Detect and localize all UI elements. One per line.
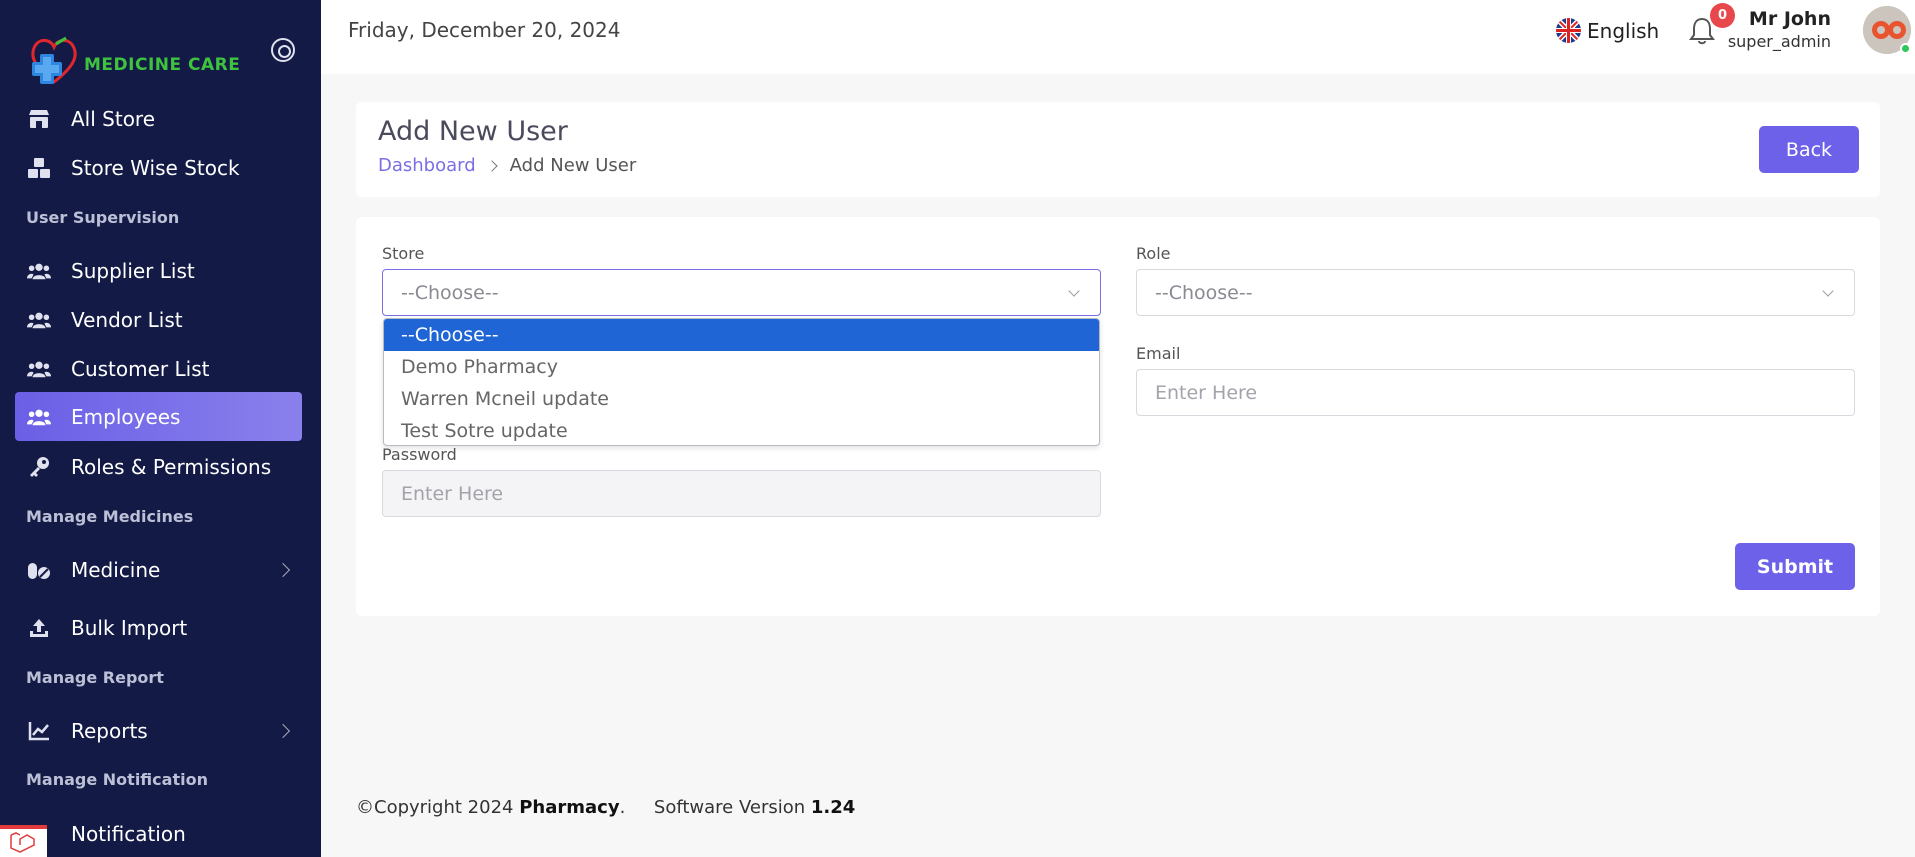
submit-button[interactable]: Submit [1735, 543, 1855, 590]
sidebar-item-all-store[interactable]: All Store [15, 94, 302, 143]
sidebar-item-label: Reports [71, 718, 148, 743]
chevron-down-icon [1822, 285, 1834, 297]
brand-name: MEDICINE CARE [84, 55, 241, 75]
dropdown-option[interactable]: Test Sotre update [384, 415, 1099, 445]
email-field[interactable] [1155, 381, 1854, 404]
footer-copyright: ©Copyright 2024 [356, 797, 520, 818]
password-label: Password [382, 445, 457, 464]
chevron-right-icon [275, 723, 291, 738]
users-icon [27, 259, 51, 283]
sidebar-item-reports[interactable]: Reports [15, 706, 302, 755]
current-date: Friday, December 20, 2024 [348, 18, 621, 42]
user-role: super_admin [1727, 32, 1831, 51]
sidebar-item-vendor-list[interactable]: Vendor List [15, 295, 302, 344]
role-label: Role [1136, 244, 1171, 263]
dropdown-option[interactable]: Demo Pharmacy [384, 351, 1099, 383]
language-selector[interactable]: English [1556, 18, 1659, 43]
role-select-value: --Choose-- [1155, 281, 1253, 304]
medicine-cross-heart-icon [26, 32, 82, 88]
footer: ©Copyright 2024 Pharmacy. Software Versi… [356, 797, 855, 818]
users-icon [27, 308, 51, 332]
sidebar-item-label: Customer List [71, 356, 210, 381]
language-label: English [1587, 18, 1660, 43]
sidebar-item-label: Employees [71, 404, 181, 429]
sidebar-item-label: All Store [71, 106, 156, 131]
dropdown-option[interactable]: --Choose-- [384, 319, 1099, 351]
footer-version-label: Software Version [653, 797, 811, 818]
store-dropdown-list: --Choose-- Demo Pharmacy Warren Mcneil u… [383, 318, 1100, 446]
email-field-wrapper [1136, 369, 1855, 416]
store-select[interactable]: --Choose-- [382, 269, 1101, 316]
boxes-icon [27, 156, 51, 180]
laravel-debug-icon[interactable] [0, 825, 47, 857]
sidebar-item-employees[interactable]: Employees [15, 392, 302, 441]
store-label: Store [382, 244, 425, 263]
section-manage-notification: Manage Notification [26, 770, 208, 789]
users-icon [27, 405, 51, 429]
sidebar-item-medicine[interactable]: Medicine [15, 545, 302, 594]
footer-version: 1.24 [810, 797, 856, 818]
sidebar-item-label: Roles & Permissions [71, 454, 272, 479]
pills-icon [27, 558, 51, 582]
section-manage-report: Manage Report [26, 668, 164, 687]
section-user-supervision: User Supervision [26, 208, 180, 227]
password-field-wrapper [382, 470, 1101, 517]
footer-company: Pharmacy [519, 797, 620, 818]
sidebar-item-store-wise-stock[interactable]: Store Wise Stock [15, 143, 302, 192]
sidebar-item-label: Medicine [71, 557, 161, 582]
brand-logo[interactable]: MEDICINE CARE [26, 32, 240, 88]
role-select[interactable]: --Choose-- [1136, 269, 1855, 316]
upload-icon [27, 616, 51, 640]
chevron-right-icon [485, 159, 498, 172]
page-header-card: Add New User Dashboard Add New User Back [356, 102, 1880, 197]
sidebar-item-label: Vendor List [71, 307, 183, 332]
sidebar-item-roles-permissions[interactable]: Roles & Permissions [15, 442, 302, 491]
online-status-indicator [1900, 43, 1911, 54]
dropdown-option[interactable]: Warren Mcneil update [384, 383, 1099, 415]
sidebar-toggle-icon[interactable] [271, 38, 295, 62]
top-bar: Friday, December 20, 2024 English 0 Mr J… [321, 0, 1915, 74]
sidebar: MEDICINE CARE All Store Store Wise Stock… [0, 0, 321, 857]
sidebar-item-label: Notification [71, 821, 186, 846]
sidebar-item-customer-list[interactable]: Customer List [15, 344, 302, 393]
section-manage-medicines: Manage Medicines [26, 507, 194, 526]
notification-count-badge: 0 [1710, 3, 1735, 28]
uk-flag-icon [1556, 18, 1581, 43]
sidebar-item-bulk-import[interactable]: Bulk Import [15, 603, 302, 652]
sidebar-item-label: Bulk Import [71, 615, 188, 640]
user-name[interactable]: Mr John [1749, 8, 1831, 30]
breadcrumb: Dashboard Add New User [378, 155, 636, 176]
store-select-value: --Choose-- [401, 281, 499, 304]
chart-line-icon [27, 719, 51, 743]
sidebar-item-supplier-list[interactable]: Supplier List [15, 246, 302, 295]
store-icon [27, 107, 51, 131]
breadcrumb-dashboard-link[interactable]: Dashboard [378, 155, 476, 176]
password-field[interactable] [401, 482, 1100, 505]
sidebar-item-label: Supplier List [71, 258, 195, 283]
email-label: Email [1136, 344, 1181, 363]
users-icon [27, 357, 51, 381]
chevron-down-icon [1068, 285, 1080, 297]
key-icon [27, 455, 51, 479]
chevron-right-icon [275, 562, 291, 577]
page-title: Add New User [378, 116, 568, 147]
back-button[interactable]: Back [1759, 126, 1859, 173]
footer-dot: . [619, 797, 626, 818]
breadcrumb-current: Add New User [509, 155, 637, 176]
sidebar-item-notification[interactable]: Notification [15, 809, 302, 857]
sidebar-item-label: Store Wise Stock [71, 155, 240, 180]
